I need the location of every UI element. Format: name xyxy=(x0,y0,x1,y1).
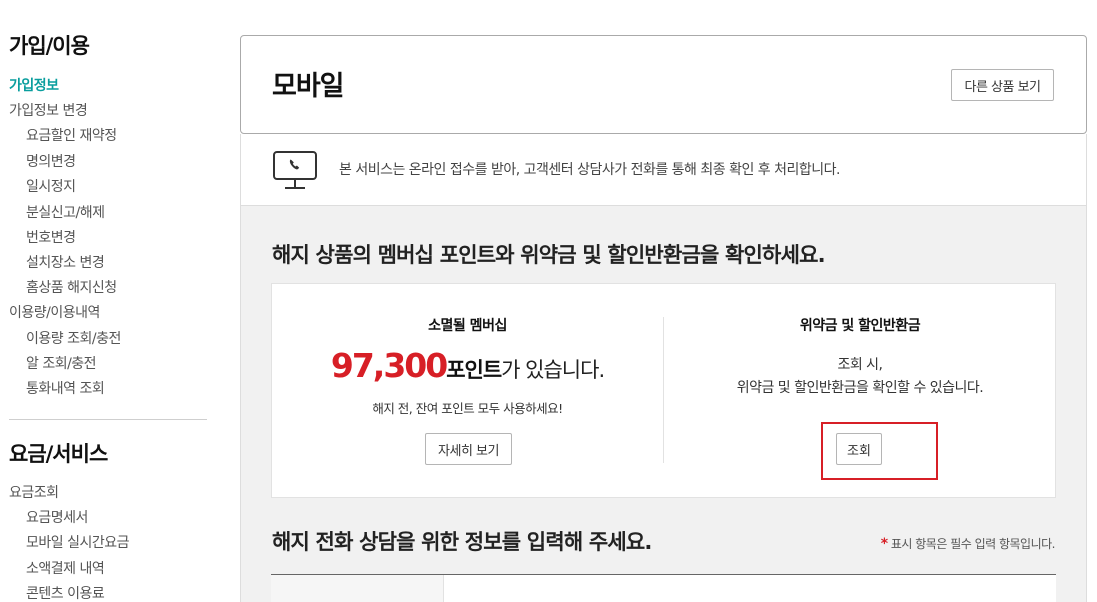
sidebar-item-usage-lookup[interactable]: 이용량 조회/충전 xyxy=(26,328,121,348)
penalty-column: 위약금 및 할인반환금 조회 시, 위약금 및 할인반환금을 확인할 수 있습니… xyxy=(664,284,1056,497)
points-line: 97,300포인트가 있습니다. xyxy=(272,346,663,385)
notice-text: 본 서비스는 온라인 접수를 받아, 고객센터 상담사가 전화를 통해 최종 확… xyxy=(339,162,840,178)
points-note: 해지 전, 잔여 포인트 모두 사용하세요! xyxy=(372,401,563,416)
required-note-text: 표시 항목은 필수 입력 항목입니다. xyxy=(890,537,1056,551)
sidebar-item-home-cancel[interactable]: 홈상품 해지신청 xyxy=(26,277,117,297)
membership-title: 소멸될 멤버십 xyxy=(428,318,507,334)
sidebar-item-change-subscription[interactable]: 가입정보 변경 xyxy=(9,100,88,120)
sidebar-item-al-lookup[interactable]: 알 조회/충전 xyxy=(26,353,97,373)
points-value: 97,300 xyxy=(330,346,448,385)
required-star-icon: * xyxy=(880,536,888,552)
sidebar-heading-billing: 요금/서비스 xyxy=(9,442,108,466)
sidebar-item-discount-recontract[interactable]: 요금할인 재약정 xyxy=(26,125,117,145)
page-header: 모바일 다른 상품 보기 xyxy=(240,35,1087,134)
sidebar-item-lost-report[interactable]: 분실신고/해제 xyxy=(26,202,105,222)
sidebar-item-install-location[interactable]: 설치장소 변경 xyxy=(26,252,105,272)
page-title: 모바일 xyxy=(272,71,345,102)
sidebar-item-number-change[interactable]: 번호변경 xyxy=(26,227,76,247)
sidebar: 가입/이용 가입정보 가입정보 변경 요금할인 재약정 명의변경 일시정지 분실… xyxy=(0,0,215,602)
required-note: * 표시 항목은 필수 입력 항목입니다. xyxy=(880,535,1056,552)
points-unit: 포인트 xyxy=(446,358,502,382)
info-card: 소멸될 멤버십 97,300포인트가 있습니다. 해지 전, 잔여 포인트 모두… xyxy=(271,283,1056,498)
sidebar-item-realtime-bill[interactable]: 모바일 실시간요금 xyxy=(26,532,130,552)
sidebar-heading-subscription: 가입/이용 xyxy=(9,34,90,58)
sidebar-item-name-change[interactable]: 명의변경 xyxy=(26,151,76,171)
penalty-line-2: 위약금 및 할인반환금을 확인할 수 있습니다. xyxy=(736,380,984,396)
sidebar-item-bill-lookup[interactable]: 요금조회 xyxy=(9,482,59,502)
sidebar-item-usage[interactable]: 이용량/이용내역 xyxy=(9,302,100,322)
form-table xyxy=(271,574,1056,602)
sidebar-item-suspend[interactable]: 일시정지 xyxy=(26,176,76,196)
sidebar-item-content-fee[interactable]: 콘텐츠 이용료 xyxy=(26,583,105,602)
sidebar-divider xyxy=(9,419,207,420)
sidebar-item-call-history[interactable]: 통화내역 조회 xyxy=(26,378,105,398)
section-title-form: 해지 전화 상담을 위한 정보를 입력해 주세요. xyxy=(272,530,652,554)
sidebar-item-subscription-info[interactable]: 가입정보 xyxy=(9,75,59,95)
other-products-button[interactable]: 다른 상품 보기 xyxy=(951,69,1054,101)
penalty-line-1: 조회 시, xyxy=(837,357,883,373)
sidebar-item-bill-statement[interactable]: 요금명세서 xyxy=(26,507,88,527)
notice-banner: 본 서비스는 온라인 접수를 받아, 고객센터 상담사가 전화를 통해 최종 확… xyxy=(240,134,1087,206)
points-suffix: 가 있습니다. xyxy=(501,358,605,382)
membership-column: 소멸될 멤버십 97,300포인트가 있습니다. 해지 전, 잔여 포인트 모두… xyxy=(272,284,663,497)
detail-button[interactable]: 자세히 보기 xyxy=(425,433,512,465)
phone-monitor-icon xyxy=(272,150,318,192)
section-title-check: 해지 상품의 멤버십 포인트와 위약금 및 할인반환금을 확인하세요. xyxy=(272,243,826,267)
content-area: 해지 상품의 멤버십 포인트와 위약금 및 할인반환금을 확인하세요. 소멸될 … xyxy=(240,206,1087,602)
sidebar-item-micropayment[interactable]: 소액결제 내역 xyxy=(26,558,105,578)
penalty-title: 위약금 및 할인반환금 xyxy=(799,318,921,334)
form-label-cell xyxy=(271,575,444,602)
lookup-button[interactable]: 조회 xyxy=(836,433,882,465)
